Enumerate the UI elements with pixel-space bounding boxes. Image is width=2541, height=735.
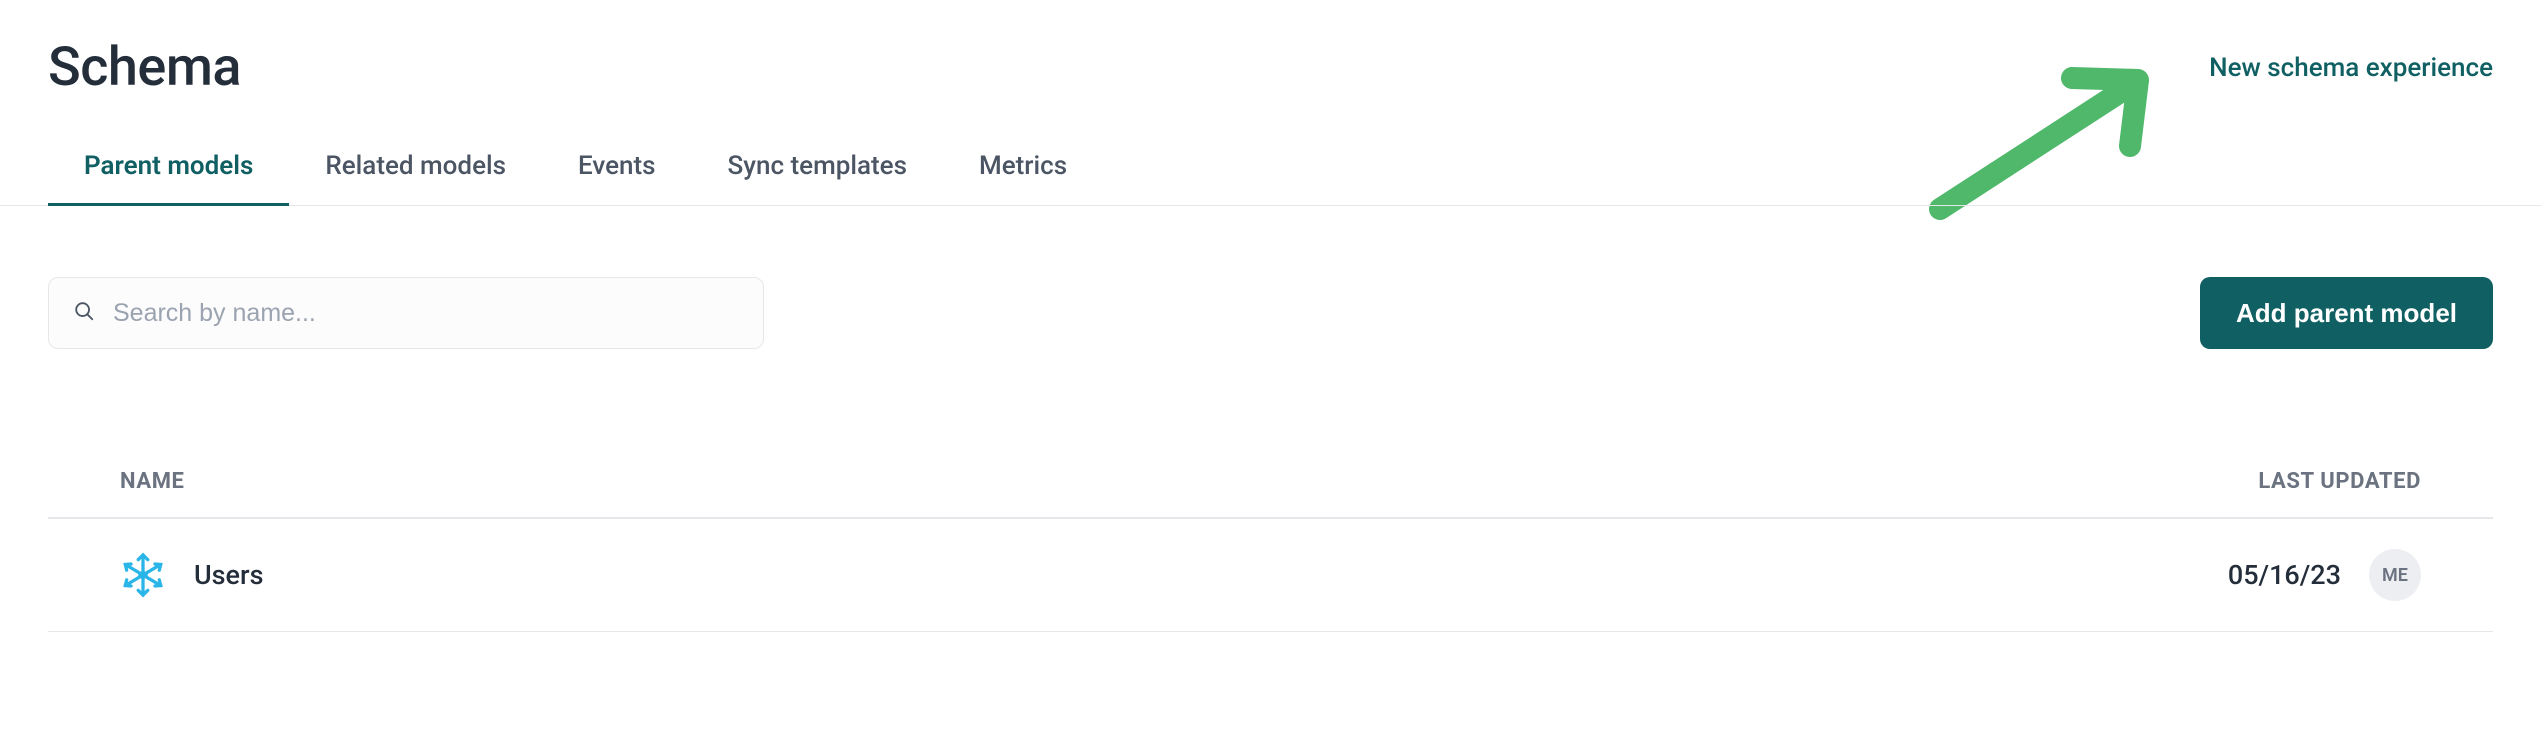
search-field-wrapper[interactable] [48,277,764,349]
column-header-name: NAME [120,469,2258,494]
tab-sync-templates[interactable]: Sync templates [728,151,907,205]
tab-related-models[interactable]: Related models [325,151,506,205]
avatar: ME [2369,549,2421,601]
row-updated-cell: 05/16/23 ME [2228,549,2421,601]
toolbar: Add parent model [48,277,2493,349]
add-parent-model-button[interactable]: Add parent model [2200,277,2493,349]
table-header-row: NAME LAST UPDATED [48,445,2493,519]
search-input[interactable] [111,298,739,329]
page-title: Schema [48,36,241,99]
row-name-label: Users [194,559,263,591]
snowflake-icon [120,552,166,598]
new-schema-experience-link[interactable]: New schema experience [2209,53,2493,83]
tab-metrics[interactable]: Metrics [979,151,1067,205]
search-icon [73,300,95,326]
tab-events[interactable]: Events [578,151,656,205]
row-name-cell: Users [120,552,2228,598]
row-last-updated: 05/16/23 [2228,559,2341,591]
schema-page: Schema New schema experience Parent mode… [0,0,2541,735]
models-table: NAME LAST UPDATED [48,445,2493,632]
page-header: Schema New schema experience [48,0,2493,99]
tabs-bar: Parent models Related models Events Sync… [48,151,2493,205]
table-row[interactable]: Users 05/16/23 ME [48,519,2493,632]
column-header-last-updated: LAST UPDATED [2258,469,2421,494]
tab-parent-models[interactable]: Parent models [84,151,253,205]
